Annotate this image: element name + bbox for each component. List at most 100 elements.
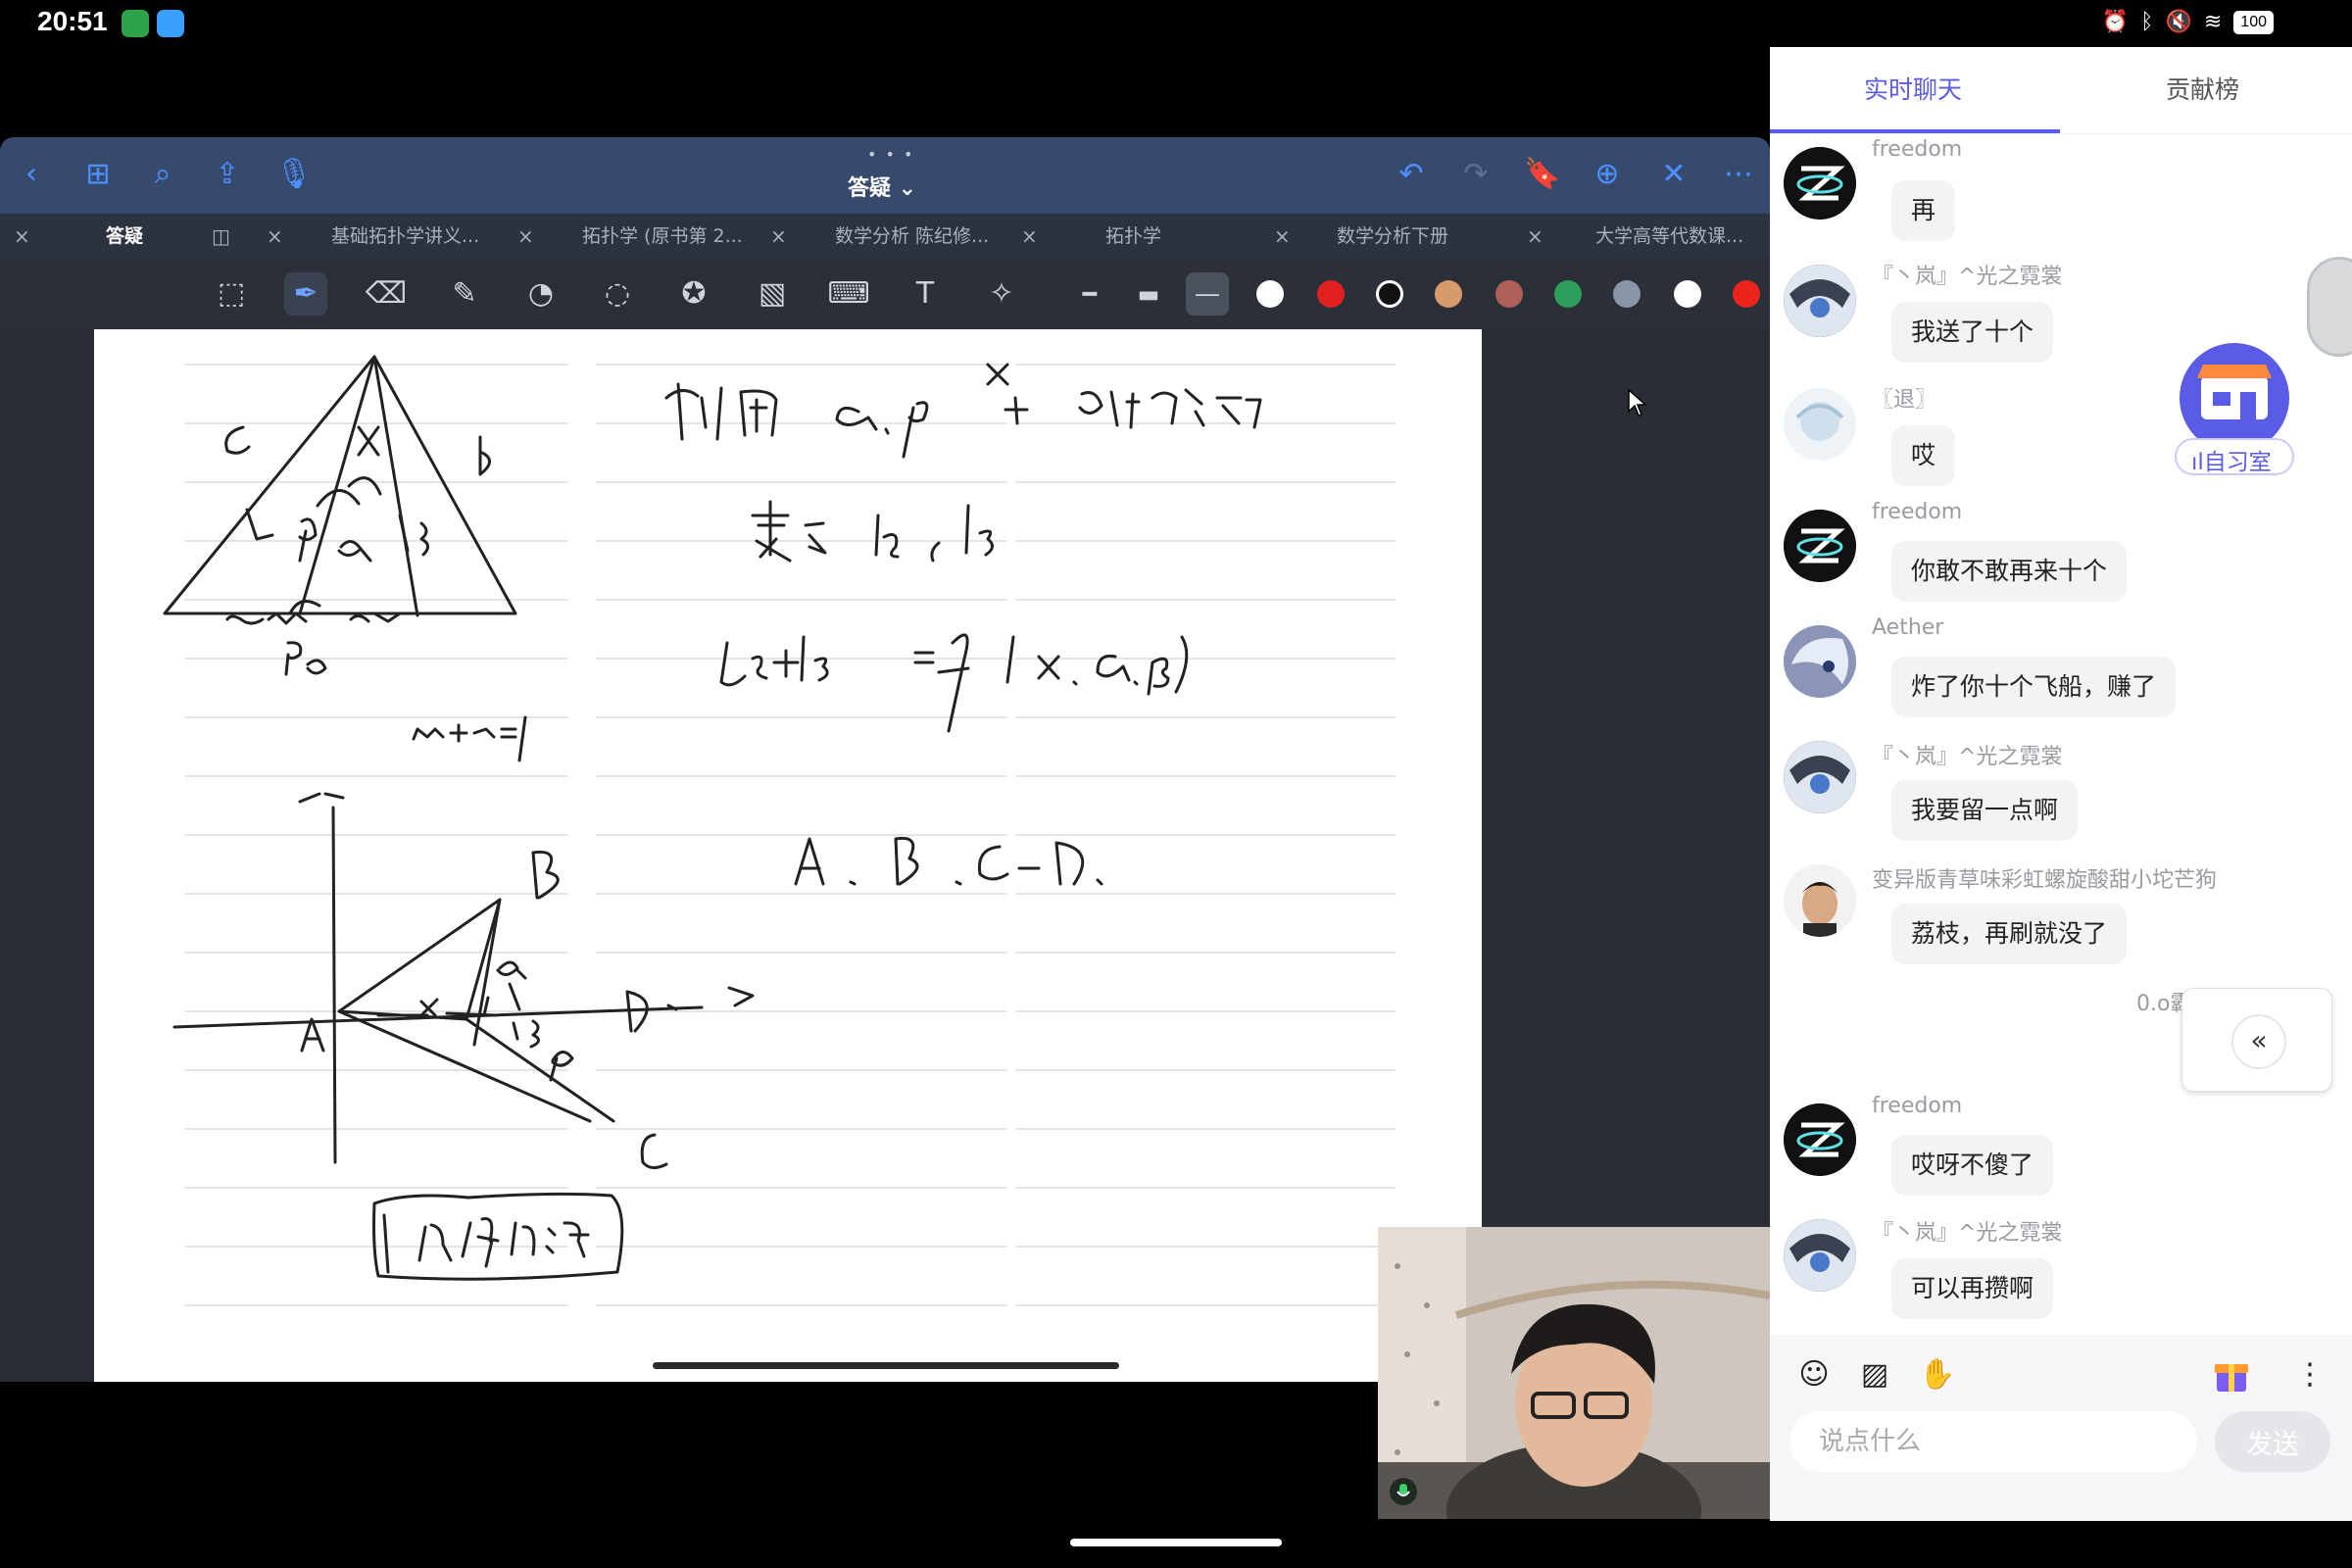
stroke-medium-option[interactable]: ▬	[1127, 272, 1170, 316]
tab-close-icon[interactable]: ×	[770, 214, 787, 259]
avatar[interactable]	[1784, 625, 1856, 698]
avatar[interactable]	[1784, 1219, 1856, 1292]
double-chevron-left-icon: «	[2231, 1014, 2286, 1069]
chat-message-input[interactable]	[1789, 1411, 2197, 1472]
color-swatch[interactable]	[1733, 280, 1760, 308]
keyboard-icon[interactable]: ⌨	[827, 272, 870, 316]
color-swatch-selected[interactable]	[1376, 280, 1403, 308]
tab-close-icon[interactable]: ×	[1527, 214, 1544, 259]
undo-icon[interactable]: ↶	[1392, 155, 1431, 194]
shapes-icon[interactable]: ◔	[519, 272, 563, 316]
tab-close-icon[interactable]: ×	[14, 214, 30, 259]
color-swatch[interactable]	[1256, 280, 1284, 308]
chat-username: 『丶岚』^光之霓裳	[1872, 745, 2063, 769]
send-button[interactable]: 发送	[2215, 1411, 2330, 1472]
document-title[interactable]: 答疑 ⌄	[823, 171, 941, 202]
more-vertical-icon[interactable]: ⋮	[2289, 1354, 2330, 1396]
back-icon[interactable]: ‹	[12, 155, 51, 194]
chat-message: 可以再攒啊	[1891, 1258, 2054, 1319]
color-swatch[interactable]	[1613, 280, 1641, 308]
tab-analysis[interactable]: 数学分析 陈纪修...	[835, 214, 989, 259]
chat-username: 变异版青草味彩虹螺旋酸甜小坨芒狗	[1872, 868, 2218, 893]
chat-message: 荔枝，再刷就没了	[1891, 904, 2128, 964]
search-icon[interactable]: ⌕	[143, 155, 182, 194]
bookmark-icon[interactable]: 🔖	[1523, 155, 1562, 194]
chat-username: Aether	[1872, 615, 1944, 640]
floating-side-button[interactable]	[2307, 257, 2352, 357]
chat-username: 『丶岚』^光之霓裳	[1872, 265, 2063, 289]
color-swatch[interactable]	[1495, 280, 1523, 308]
chat-message: 你敢不敢再来十个	[1891, 541, 2128, 602]
chat-username: freedom	[1872, 500, 1963, 524]
more-icon[interactable]: ⋯	[1719, 155, 1758, 194]
alarm-icon: ⏰	[2101, 10, 2130, 34]
chat-message: 我送了十个	[1891, 302, 2054, 363]
close-icon[interactable]: ✕	[1654, 155, 1693, 194]
sticker-icon[interactable]: ✪	[672, 272, 715, 316]
color-swatch[interactable]	[1317, 280, 1345, 308]
grid-icon[interactable]: ⊞	[78, 155, 118, 194]
avatar[interactable]	[1784, 147, 1856, 220]
color-swatch[interactable]	[1554, 280, 1582, 308]
mouse-cursor-icon	[1628, 388, 1647, 416]
add-page-icon[interactable]: ⊕	[1588, 155, 1627, 194]
tab-close-icon[interactable]: ×	[517, 214, 534, 259]
highlighter-icon[interactable]: ✎	[443, 272, 486, 316]
tab-algebra[interactable]: 大学高等代数课...	[1595, 214, 1743, 259]
eraser-icon[interactable]: ⌫	[365, 272, 408, 316]
avatar[interactable]	[1784, 388, 1856, 461]
tab-contribution-rank[interactable]: 贡献榜	[2166, 71, 2239, 106]
tab-dayi[interactable]: 答疑	[106, 214, 143, 259]
lasso-icon[interactable]: ◌	[596, 272, 639, 316]
avatar[interactable]	[1784, 510, 1856, 582]
raise-hand-icon[interactable]: ✋	[1917, 1354, 1958, 1396]
active-tab-indicator	[1770, 129, 2060, 133]
stroke-thin-option[interactable]: ━	[1068, 272, 1111, 316]
battery-indicator: 100	[2233, 10, 2274, 34]
tab-close-icon[interactable]: ×	[1021, 214, 1038, 259]
color-swatch[interactable]	[1435, 280, 1462, 308]
chat-username: freedom	[1872, 1094, 1963, 1118]
mic-icon[interactable]: 🎙	[274, 155, 314, 194]
tab-close-icon[interactable]: ×	[267, 214, 283, 259]
image-icon[interactable]: ▧	[751, 272, 794, 316]
bluetooth-icon: ᛒ	[2140, 10, 2154, 34]
split-view-icon[interactable]: ◫	[212, 214, 230, 259]
stroke-thick-option[interactable]: ―	[1186, 272, 1229, 316]
color-swatch[interactable]	[1674, 280, 1701, 308]
text-icon[interactable]: T	[904, 272, 947, 316]
chat-message: 再	[1891, 180, 1956, 241]
mute-icon: 🔇	[2165, 10, 2192, 34]
tab-close-icon[interactable]: ×	[1274, 214, 1291, 259]
avatar[interactable]	[1784, 741, 1856, 813]
emoji-icon[interactable]: ☺	[1793, 1354, 1835, 1396]
study-room-label: ıl自习室	[2191, 450, 2272, 475]
study-room-button[interactable]: ıl自习室	[2172, 343, 2297, 476]
teacher-video-feed[interactable]	[1378, 1227, 1770, 1519]
avatar[interactable]	[1784, 864, 1856, 937]
tab-live-chat[interactable]: 实时聊天	[1864, 71, 1962, 106]
zoom-select-icon[interactable]: ⬚	[210, 272, 253, 316]
avatar[interactable]	[1784, 265, 1856, 337]
share-icon[interactable]: ⇪	[208, 155, 247, 194]
system-home-indicator[interactable]	[1070, 1539, 1282, 1546]
redo-icon[interactable]: ↷	[1456, 155, 1495, 194]
collapse-panel-button[interactable]: «	[2181, 988, 2332, 1092]
tab-topology-notes[interactable]: 基础拓扑学讲义...	[331, 214, 479, 259]
chat-username: freedom	[1872, 137, 1963, 162]
laser-pointer-icon[interactable]: ✧	[980, 272, 1023, 316]
window-drag-handle[interactable]: • • •	[867, 145, 914, 164]
chat-message: 哎呀不傻了	[1891, 1135, 2054, 1196]
note-page[interactable]	[94, 329, 1482, 1382]
tab-analysis-2[interactable]: 数学分析下册	[1337, 214, 1448, 259]
tab-topology-book[interactable]: 拓扑学 (原书第 2...	[582, 214, 743, 259]
tab-topology[interactable]: 拓扑学	[1105, 214, 1161, 259]
image-icon[interactable]: ▨	[1854, 1354, 1895, 1396]
wifi-icon: ≋	[2203, 10, 2223, 34]
chat-message: 哎	[1891, 425, 1956, 486]
status-icons: ⏰ ᛒ 🔇 ≋ 100	[2102, 10, 2274, 34]
page-scroll-indicator[interactable]	[653, 1362, 1119, 1369]
gift-icon[interactable]	[2211, 1354, 2252, 1396]
avatar[interactable]	[1784, 1103, 1856, 1176]
pen-icon[interactable]: ✒	[284, 272, 327, 316]
